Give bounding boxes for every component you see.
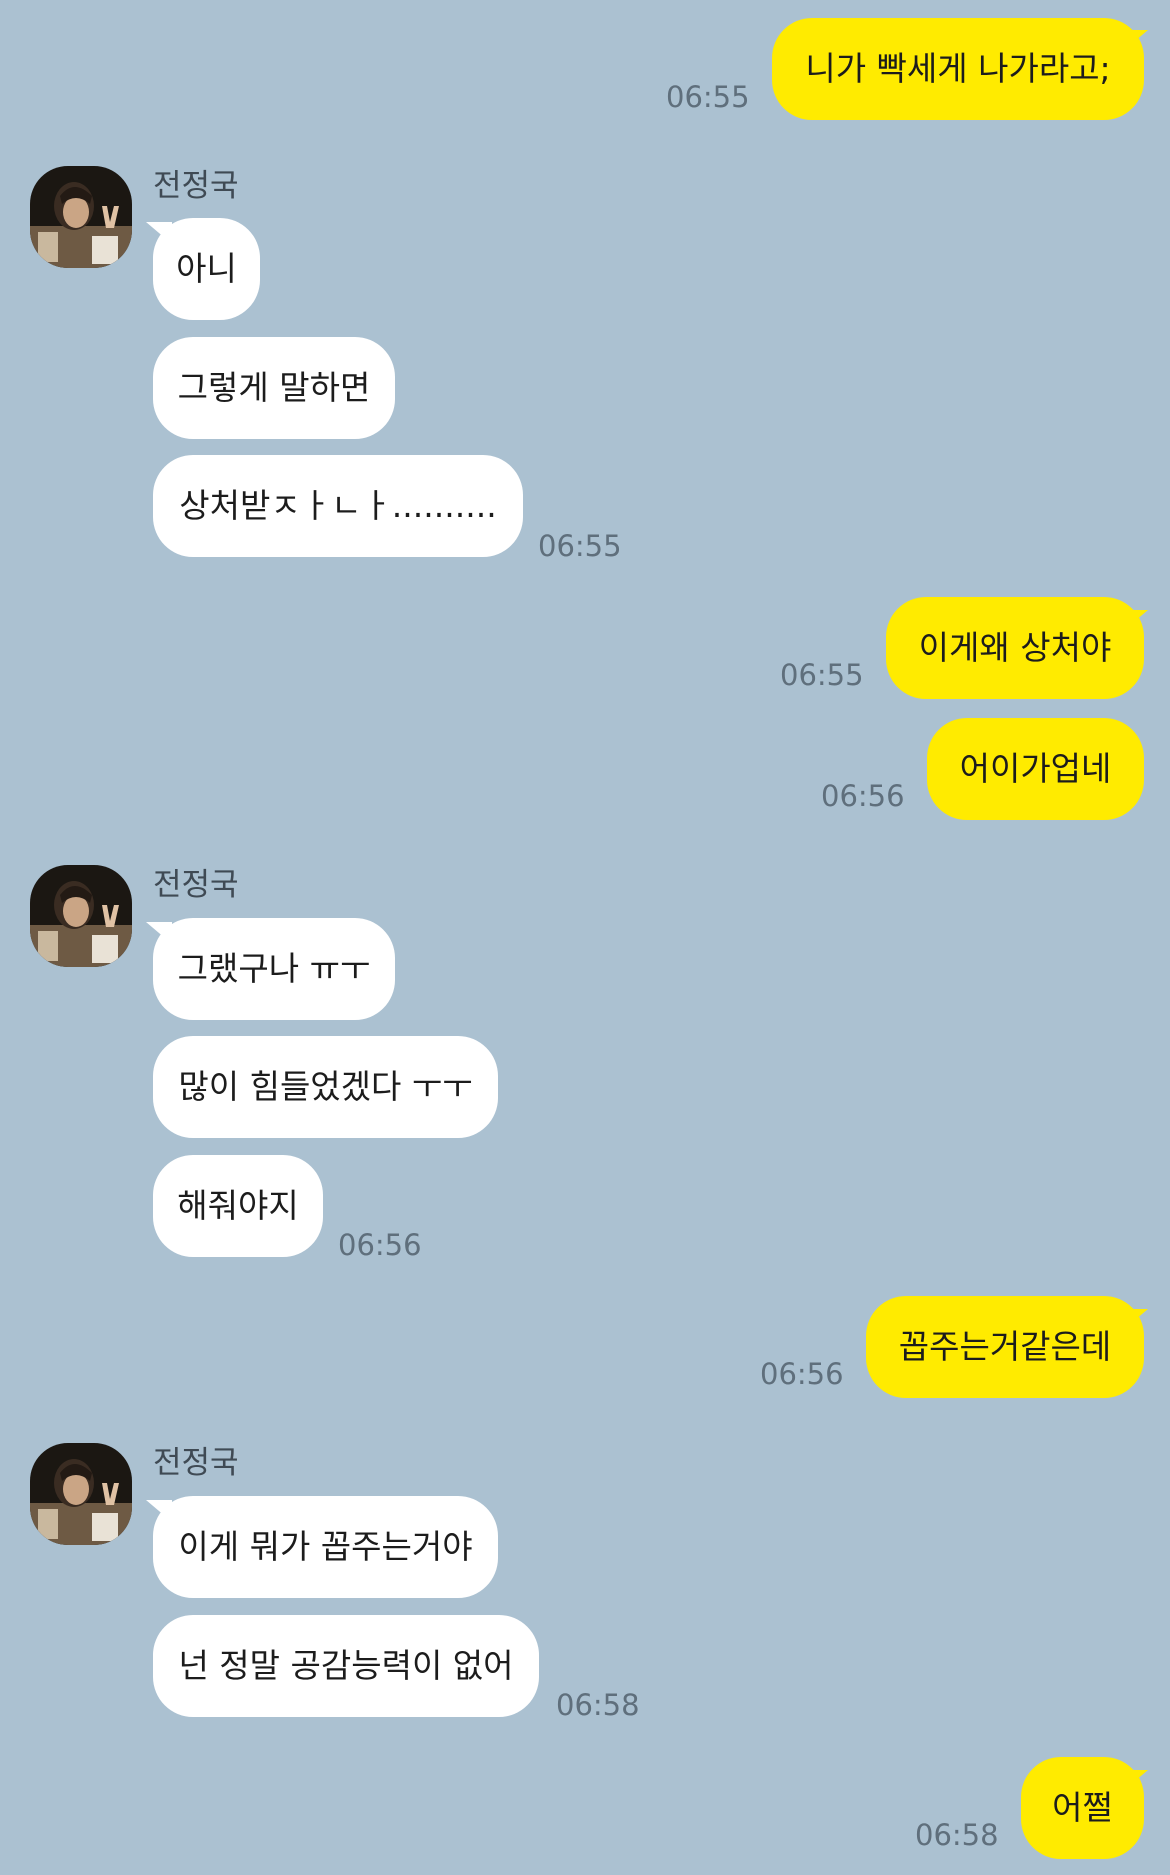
incoming-message[interactable]: 해줘야지 [153, 1155, 323, 1257]
sender-name: 전정국 [153, 1445, 239, 1481]
incoming-message[interactable]: 이게 뭐가 꼽주는거야 [153, 1496, 498, 1598]
incoming-message[interactable]: 넌 정말 공감능력이 없어 [153, 1615, 539, 1717]
sender-name: 전정국 [153, 168, 239, 204]
chat-area[interactable]: 니가 빡세게 나가라고; 06:55 전정국 아니 그렇게 말하면 상처받ㅈㅏㄴ… [0, 0, 1170, 1875]
avatar[interactable] [30, 865, 132, 967]
outgoing-message[interactable]: 어이가업네 [927, 718, 1144, 820]
sender-name: 전정국 [153, 867, 239, 903]
avatar[interactable] [30, 1443, 132, 1545]
incoming-message[interactable]: 상처받ㅈㅏㄴㅏ.......... [153, 455, 523, 557]
incoming-message[interactable]: 그랬구나 ㅠㅜ [153, 918, 395, 1020]
outgoing-message[interactable]: 어쩔 [1021, 1757, 1144, 1859]
message-time: 06:55 [666, 80, 750, 114]
message-time: 06:56 [821, 779, 905, 813]
profile-photo-icon [30, 865, 132, 967]
incoming-message[interactable]: 그렇게 말하면 [153, 337, 395, 439]
outgoing-message[interactable]: 이게왜 상처야 [886, 597, 1144, 699]
avatar[interactable] [30, 166, 132, 268]
message-time: 06:58 [556, 1688, 640, 1722]
incoming-message[interactable]: 아니 [153, 218, 260, 320]
incoming-message[interactable]: 많이 힘들었겠다 ㅜㅜ [153, 1036, 498, 1138]
message-time: 06:58 [915, 1818, 999, 1852]
outgoing-message[interactable]: 꼽주는거같은데 [866, 1296, 1144, 1398]
message-time: 06:55 [538, 529, 622, 563]
outgoing-message[interactable]: 니가 빡세게 나가라고; [772, 18, 1144, 120]
message-time: 06:56 [338, 1228, 422, 1262]
profile-photo-icon [30, 166, 132, 268]
profile-photo-icon [30, 1443, 132, 1545]
message-time: 06:55 [780, 658, 864, 692]
message-time: 06:56 [760, 1357, 844, 1391]
